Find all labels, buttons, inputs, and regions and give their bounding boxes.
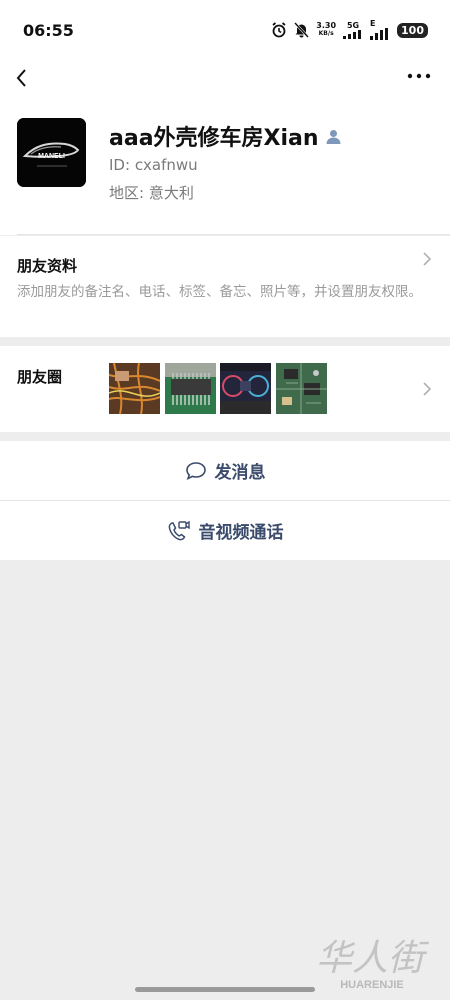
send-message-button[interactable]: 发消息 (0, 441, 450, 500)
moment-thumbnail-dashboard (220, 363, 271, 414)
mute-icon (294, 22, 310, 38)
watermark-text: 华人街 (316, 938, 430, 979)
profile-region-value: 意大利 (148, 184, 194, 202)
status-icons: 3.30 KB/s 5G E 100 (271, 20, 428, 40)
network-speed: 3.30 KB/s (316, 22, 336, 38)
alarm-icon (272, 22, 286, 38)
battery-icon: 100 (397, 22, 428, 38)
profile-header: MANELI aaa外壳修车房Xian ID: cxafnwu 地区: 意大利 (0, 102, 450, 235)
watermark-sub: HUARENJIE (340, 979, 404, 991)
profile-id-label: ID: (109, 156, 131, 174)
friend-info-row[interactable]: 朋友资料 添加朋友的备注名、电话、标签、备忘、照片等，并设置朋友权限。 (0, 236, 450, 337)
profile-name: aaa外壳修车房Xian (109, 126, 319, 151)
chat-bubble-icon (185, 461, 206, 480)
user-icon (326, 129, 341, 144)
moments-title: 朋友圈 (17, 368, 63, 386)
moment-thumbnail-connector (165, 363, 216, 414)
network-speed-value: 3.30 (316, 21, 337, 30)
status-time: 06:55 (23, 21, 74, 40)
send-message-label: 发消息 (214, 463, 266, 483)
friend-info-title: 朋友资料 (17, 257, 78, 275)
network-type: 5G (346, 20, 360, 30)
video-call-label: 音视频通话 (198, 523, 284, 543)
top-nav (0, 60, 450, 102)
moment-thumbnail-wiring (109, 363, 160, 414)
status-bar: 06:55 3.30 KB/s 5G E 100 (0, 0, 450, 60)
network-e: E (370, 20, 390, 40)
signal-icon (370, 28, 389, 40)
profile-name-row: aaa外壳修车房Xian (109, 120, 342, 152)
watermark-logo: 华人街 HUARENJIE (316, 938, 430, 991)
video-call-button[interactable]: 音视频通话 (0, 501, 450, 560)
moment-thumbnail-circuit-board (276, 363, 327, 414)
profile-id-value: cxafnwu (134, 156, 198, 174)
avatar-logo-text: MANELI (38, 153, 65, 160)
back-button[interactable] (12, 64, 36, 92)
avatar[interactable]: MANELI (17, 118, 86, 187)
car-logo-icon: MANELI (17, 118, 86, 187)
more-button[interactable] (406, 66, 432, 86)
chevron-right-icon (423, 252, 432, 266)
friend-info-description: 添加朋友的备注名、电话、标签、备忘、照片等，并设置朋友权限。 (17, 284, 422, 300)
network-5g: 5G (343, 20, 363, 39)
profile-id: ID: cxafnwu (109, 156, 198, 174)
chevron-right-icon (423, 382, 432, 396)
network-e-label: E (370, 19, 376, 28)
network-speed-unit: KB/s (318, 30, 334, 37)
moments-row[interactable]: 朋友圈 (0, 346, 450, 432)
profile-region-label: 地区: (109, 184, 145, 202)
video-call-icon (168, 520, 190, 540)
signal-icon (343, 29, 362, 39)
profile-region: 地区: 意大利 (109, 182, 194, 203)
home-indicator[interactable] (135, 987, 315, 992)
divider (17, 234, 450, 235)
